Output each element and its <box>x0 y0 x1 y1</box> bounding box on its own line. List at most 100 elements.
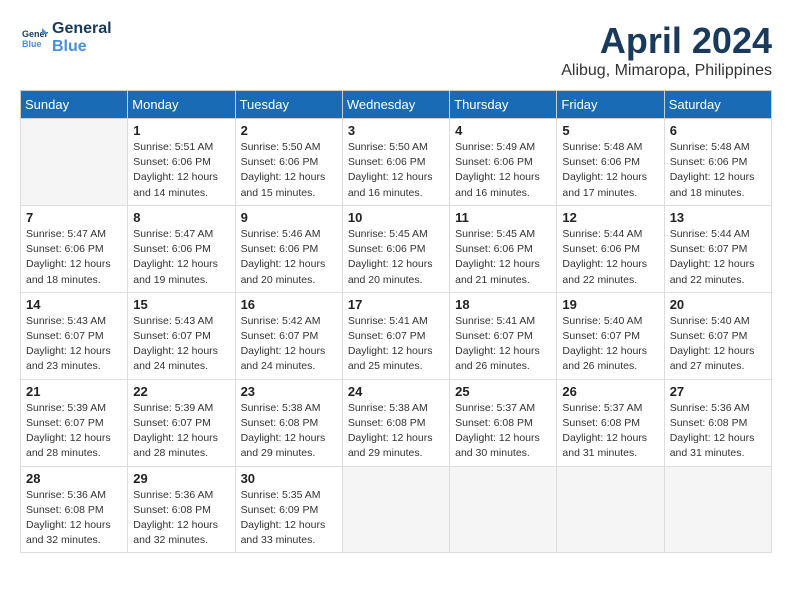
day-info: Sunrise: 5:50 AMSunset: 6:06 PMDaylight:… <box>241 140 337 201</box>
day-number: 15 <box>133 297 229 312</box>
day-cell: 17 Sunrise: 5:41 AMSunset: 6:07 PMDayligh… <box>342 292 449 379</box>
day-number: 3 <box>348 123 444 138</box>
day-info: Sunrise: 5:37 AMSunset: 6:08 PMDaylight:… <box>562 401 658 462</box>
day-info: Sunrise: 5:44 AMSunset: 6:06 PMDaylight:… <box>562 227 658 288</box>
day-info: Sunrise: 5:41 AMSunset: 6:07 PMDaylight:… <box>455 314 551 375</box>
day-info: Sunrise: 5:36 AMSunset: 6:08 PMDaylight:… <box>133 488 229 549</box>
day-cell: 1Sunrise: 5:51 AMSunset: 6:06 PMDaylight… <box>128 119 235 206</box>
day-cell: 2 Sunrise: 5:50 AMSunset: 6:06 PMDaylight… <box>235 119 342 206</box>
day-number: 1 <box>133 123 229 138</box>
day-info: Sunrise: 5:48 AMSunset: 6:06 PMDaylight:… <box>670 140 766 201</box>
day-number: 7 <box>26 210 122 225</box>
day-number: 22 <box>133 384 229 399</box>
week-row-2: 7 Sunrise: 5:47 AMSunset: 6:06 PMDaylight… <box>21 205 772 292</box>
day-number: 27 <box>670 384 766 399</box>
day-info: Sunrise: 5:45 AMSunset: 6:06 PMDaylight:… <box>348 227 444 288</box>
calendar-header-row: SundayMondayTuesdayWednesdayThursdayFrid… <box>21 91 772 119</box>
day-cell: 20 Sunrise: 5:40 AMSunset: 6:07 PMDayligh… <box>664 292 771 379</box>
day-cell: 16 Sunrise: 5:42 AMSunset: 6:07 PMDayligh… <box>235 292 342 379</box>
day-cell <box>664 466 771 553</box>
day-info: Sunrise: 5:49 AMSunset: 6:06 PMDaylight:… <box>455 140 551 201</box>
day-number: 29 <box>133 471 229 486</box>
title-block: April 2024 Alibug, Mimaropa, Philippines <box>561 20 772 80</box>
day-cell: 12 Sunrise: 5:44 AMSunset: 6:06 PMDayligh… <box>557 205 664 292</box>
day-number: 25 <box>455 384 551 399</box>
day-number: 16 <box>241 297 337 312</box>
day-cell: 7 Sunrise: 5:47 AMSunset: 6:06 PMDaylight… <box>21 205 128 292</box>
day-cell: 10 Sunrise: 5:45 AMSunset: 6:06 PMDayligh… <box>342 205 449 292</box>
header-saturday: Saturday <box>664 91 771 119</box>
day-cell <box>342 466 449 553</box>
day-cell: 27 Sunrise: 5:36 AMSunset: 6:08 PMDayligh… <box>664 379 771 466</box>
day-cell: 21 Sunrise: 5:39 AMSunset: 6:07 PMDayligh… <box>21 379 128 466</box>
day-info: Sunrise: 5:45 AMSunset: 6:06 PMDaylight:… <box>455 227 551 288</box>
day-cell: 26Sunrise: 5:37 AMSunset: 6:08 PMDayligh… <box>557 379 664 466</box>
day-info: Sunrise: 5:36 AMSunset: 6:08 PMDaylight:… <box>670 401 766 462</box>
logo-icon: General Blue <box>20 24 48 52</box>
day-info: Sunrise: 5:38 AMSunset: 6:08 PMDaylight:… <box>348 401 444 462</box>
day-cell: 28Sunrise: 5:36 AMSunset: 6:08 PMDayligh… <box>21 466 128 553</box>
week-row-5: 28Sunrise: 5:36 AMSunset: 6:08 PMDayligh… <box>21 466 772 553</box>
day-number: 24 <box>348 384 444 399</box>
day-info: Sunrise: 5:39 AMSunset: 6:07 PMDaylight:… <box>26 401 122 462</box>
day-number: 17 <box>348 297 444 312</box>
day-cell <box>450 466 557 553</box>
day-number: 11 <box>455 210 551 225</box>
header-tuesday: Tuesday <box>235 91 342 119</box>
day-number: 18 <box>455 297 551 312</box>
day-cell: 3 Sunrise: 5:50 AMSunset: 6:06 PMDaylight… <box>342 119 449 206</box>
header-wednesday: Wednesday <box>342 91 449 119</box>
day-info: Sunrise: 5:38 AMSunset: 6:08 PMDaylight:… <box>241 401 337 462</box>
day-cell <box>21 119 128 206</box>
day-number: 30 <box>241 471 337 486</box>
day-cell: 13 Sunrise: 5:44 AMSunset: 6:07 PMDayligh… <box>664 205 771 292</box>
day-number: 12 <box>562 210 658 225</box>
day-info: Sunrise: 5:40 AMSunset: 6:07 PMDaylight:… <box>670 314 766 375</box>
day-number: 13 <box>670 210 766 225</box>
day-cell: 30 Sunrise: 5:35 AMSunset: 6:09 PMDayligh… <box>235 466 342 553</box>
day-info: Sunrise: 5:40 AMSunset: 6:07 PMDaylight:… <box>562 314 658 375</box>
day-number: 9 <box>241 210 337 225</box>
month-title: April 2024 <box>561 20 772 62</box>
day-cell: 4 Sunrise: 5:49 AMSunset: 6:06 PMDaylight… <box>450 119 557 206</box>
day-info: Sunrise: 5:43 AMSunset: 6:07 PMDaylight:… <box>26 314 122 375</box>
day-number: 2 <box>241 123 337 138</box>
day-cell: 15 Sunrise: 5:43 AMSunset: 6:07 PMDayligh… <box>128 292 235 379</box>
day-info: Sunrise: 5:46 AMSunset: 6:06 PMDaylight:… <box>241 227 337 288</box>
day-number: 5 <box>562 123 658 138</box>
day-info: Sunrise: 5:36 AMSunset: 6:08 PMDaylight:… <box>26 488 122 549</box>
header-thursday: Thursday <box>450 91 557 119</box>
day-info: Sunrise: 5:39 AMSunset: 6:07 PMDaylight:… <box>133 401 229 462</box>
logo-text-line2: Blue <box>52 38 112 56</box>
day-number: 10 <box>348 210 444 225</box>
day-info: Sunrise: 5:41 AMSunset: 6:07 PMDaylight:… <box>348 314 444 375</box>
day-cell: 29 Sunrise: 5:36 AMSunset: 6:08 PMDayligh… <box>128 466 235 553</box>
day-cell: 14 Sunrise: 5:43 AMSunset: 6:07 PMDayligh… <box>21 292 128 379</box>
day-info: Sunrise: 5:43 AMSunset: 6:07 PMDaylight:… <box>133 314 229 375</box>
day-number: 4 <box>455 123 551 138</box>
day-number: 19 <box>562 297 658 312</box>
day-info: Sunrise: 5:48 AMSunset: 6:06 PMDaylight:… <box>562 140 658 201</box>
day-cell: 25 Sunrise: 5:37 AMSunset: 6:08 PMDayligh… <box>450 379 557 466</box>
day-info: Sunrise: 5:47 AMSunset: 6:06 PMDaylight:… <box>26 227 122 288</box>
day-info: Sunrise: 5:44 AMSunset: 6:07 PMDaylight:… <box>670 227 766 288</box>
day-cell: 18 Sunrise: 5:41 AMSunset: 6:07 PMDayligh… <box>450 292 557 379</box>
day-number: 20 <box>670 297 766 312</box>
day-cell: 9 Sunrise: 5:46 AMSunset: 6:06 PMDaylight… <box>235 205 342 292</box>
day-info: Sunrise: 5:35 AMSunset: 6:09 PMDaylight:… <box>241 488 337 549</box>
week-row-1: 1Sunrise: 5:51 AMSunset: 6:06 PMDaylight… <box>21 119 772 206</box>
day-number: 21 <box>26 384 122 399</box>
day-cell: 19 Sunrise: 5:40 AMSunset: 6:07 PMDayligh… <box>557 292 664 379</box>
day-cell <box>557 466 664 553</box>
day-info: Sunrise: 5:37 AMSunset: 6:08 PMDaylight:… <box>455 401 551 462</box>
day-info: Sunrise: 5:42 AMSunset: 6:07 PMDaylight:… <box>241 314 337 375</box>
day-info: Sunrise: 5:47 AMSunset: 6:06 PMDaylight:… <box>133 227 229 288</box>
day-number: 14 <box>26 297 122 312</box>
day-cell: 23Sunrise: 5:38 AMSunset: 6:08 PMDayligh… <box>235 379 342 466</box>
day-cell: 24 Sunrise: 5:38 AMSunset: 6:08 PMDayligh… <box>342 379 449 466</box>
day-info: Sunrise: 5:50 AMSunset: 6:06 PMDaylight:… <box>348 140 444 201</box>
svg-text:Blue: Blue <box>22 39 42 49</box>
day-cell: 6Sunrise: 5:48 AMSunset: 6:06 PMDaylight… <box>664 119 771 206</box>
day-cell: 22 Sunrise: 5:39 AMSunset: 6:07 PMDayligh… <box>128 379 235 466</box>
day-cell: 11 Sunrise: 5:45 AMSunset: 6:06 PMDayligh… <box>450 205 557 292</box>
